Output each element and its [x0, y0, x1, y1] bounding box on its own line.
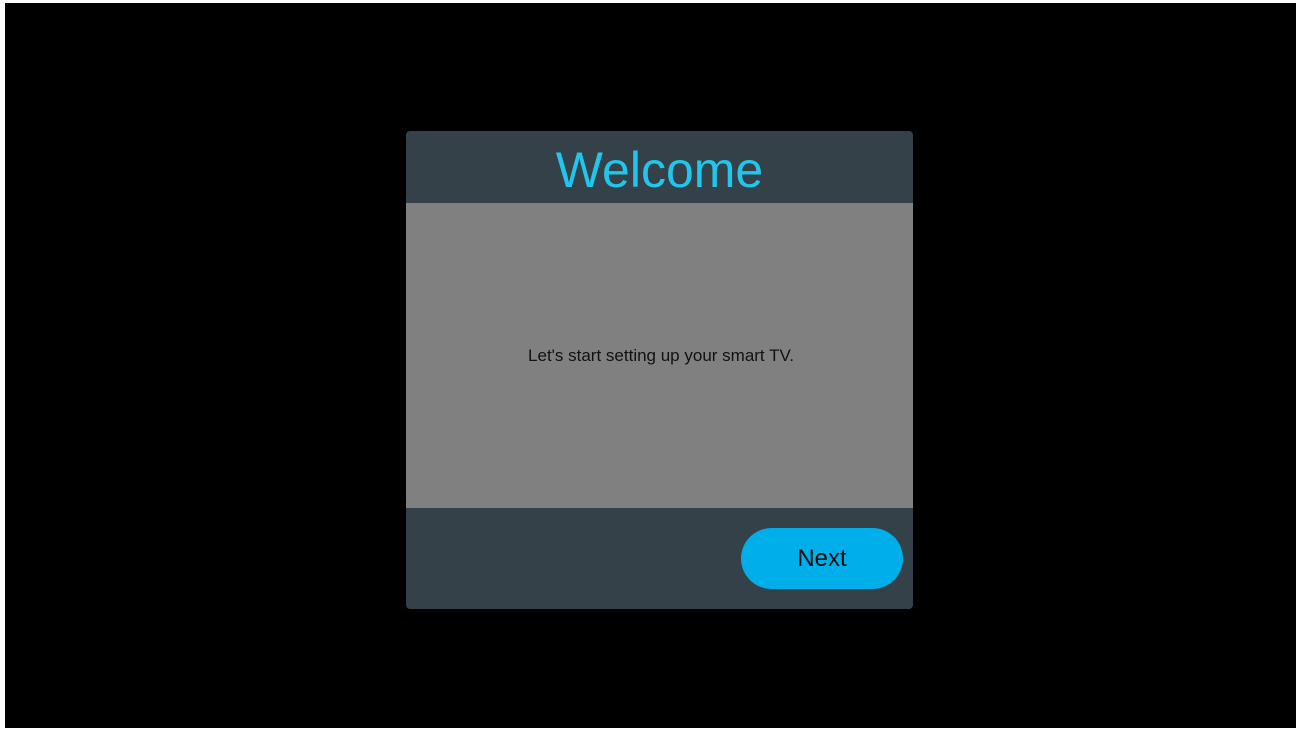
dialog-header: Welcome [406, 131, 913, 203]
dialog-footer: Next [406, 508, 913, 609]
next-button[interactable]: Next [741, 528, 903, 589]
dialog-body: Let's start setting up your smart TV. [406, 203, 913, 508]
dialog-title: Welcome [555, 142, 764, 198]
dialog-message: Let's start setting up your smart TV. [528, 346, 794, 365]
tv-screen: Welcome Let's start setting up your smar… [5, 3, 1296, 728]
welcome-dialog: Welcome Let's start setting up your smar… [406, 131, 913, 609]
